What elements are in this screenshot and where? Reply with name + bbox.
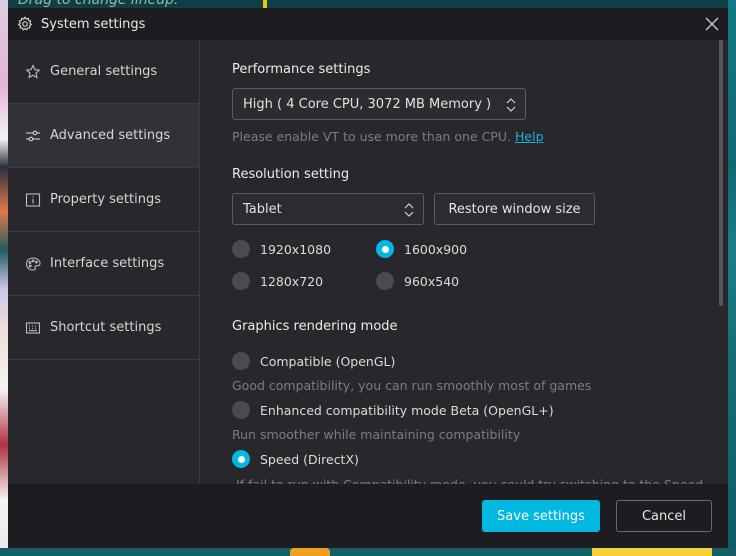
radio-button[interactable]	[232, 272, 250, 290]
sidebar-item-label: Shortcut settings	[50, 320, 162, 335]
palette-icon	[25, 256, 41, 272]
resolution-title: Resolution setting	[232, 167, 350, 182]
sidebar-item-interface[interactable]: Interface settings	[8, 232, 199, 296]
graphics-option-opengl[interactable]: Compatible (OpenGL)	[232, 352, 395, 370]
resolution-option-1280x720[interactable]: 1280x720	[232, 272, 323, 290]
sidebar-item-advanced[interactable]: Advanced settings	[8, 104, 199, 168]
background-reset-button	[592, 548, 712, 556]
vt-hint-text: Please enable VT to use more than one CP…	[232, 129, 512, 144]
background-badge	[290, 548, 330, 556]
performance-title: Performance settings	[232, 62, 371, 77]
dialog-title: System settings	[41, 16, 146, 32]
sidebar-item-general[interactable]: General settings	[8, 40, 199, 104]
vt-hint: Please enable VT to use more than one CP…	[232, 129, 544, 144]
radio-button[interactable]	[232, 240, 250, 258]
sidebar-item-label: Property settings	[50, 192, 161, 207]
radio-button[interactable]	[232, 401, 250, 419]
radio-label: 1920x1080	[260, 241, 332, 257]
resolution-select[interactable]: Tablet	[232, 193, 424, 225]
radio-button[interactable]	[232, 352, 250, 370]
radio-label: 960x540	[404, 273, 460, 289]
gear-icon	[17, 16, 33, 32]
resolution-select-value: Tablet	[243, 201, 282, 217]
settings-content: Performance settings High ( 4 Core CPU, …	[201, 40, 728, 484]
chevron-updown-icon	[403, 202, 415, 218]
resolution-option-1920x1080[interactable]: 1920x1080	[232, 240, 331, 258]
graphics-option-description: Run smoother while maintaining compatibi…	[232, 427, 521, 442]
radio-button[interactable]	[376, 272, 394, 290]
star-icon	[25, 63, 41, 80]
sliders-icon	[25, 128, 41, 144]
radio-button-selected[interactable]	[376, 240, 394, 258]
graphics-option-directx[interactable]: Speed (DirectX)	[232, 450, 359, 468]
radio-label: 1280x720	[260, 273, 324, 289]
help-link[interactable]: Help	[515, 129, 544, 144]
content-scrollbar[interactable]	[719, 40, 723, 306]
graphics-option-opengl-plus[interactable]: Enhanced compatibility mode Beta (OpenGL…	[232, 401, 554, 419]
radio-label: Enhanced compatibility mode Beta (OpenGL…	[260, 402, 554, 418]
radio-label: 1600x900	[404, 241, 468, 257]
dialog-footer: Save settings Cancel	[8, 484, 728, 548]
graphics-option-description: Good compatibility, you can run smoothly…	[232, 378, 592, 393]
system-settings-dialog: System settings General settings Advance…	[8, 8, 728, 548]
keyboard-icon	[25, 320, 41, 336]
sidebar-item-shortcut[interactable]: Shortcut settings	[8, 296, 199, 360]
restore-window-size-button[interactable]: Restore window size	[434, 193, 595, 225]
graphics-title: Graphics rendering mode	[232, 319, 398, 334]
radio-label: Compatible (OpenGL)	[260, 353, 396, 369]
radio-button-selected[interactable]	[232, 450, 250, 468]
sidebar-item-label: Advanced settings	[50, 128, 171, 143]
resolution-option-960x540[interactable]: 960x540	[376, 272, 459, 290]
sidebar-item-label: General settings	[50, 64, 158, 79]
chevron-updown-icon	[505, 97, 517, 113]
performance-select-value: High ( 4 Core CPU, 3072 MB Memory )	[243, 96, 492, 112]
sidebar-item-label: Interface settings	[50, 256, 165, 271]
info-icon	[25, 192, 41, 208]
save-settings-button[interactable]: Save settings	[482, 500, 600, 532]
settings-sidebar: General settings Advanced settings Prope…	[8, 40, 200, 484]
performance-select[interactable]: High ( 4 Core CPU, 3072 MB Memory )	[232, 88, 526, 120]
graphics-option-description: If fail to run with Compatibility mode, …	[236, 477, 703, 484]
radio-label: Speed (DirectX)	[260, 451, 359, 467]
resolution-option-1600x900[interactable]: 1600x900	[376, 240, 467, 258]
dialog-titlebar: System settings	[8, 8, 728, 40]
sidebar-item-property[interactable]: Property settings	[8, 168, 199, 232]
background-drag-hint: Drag to change lineup.	[18, 0, 179, 8]
cancel-button[interactable]: Cancel	[616, 500, 712, 532]
background-left-strip	[0, 0, 8, 556]
background-right-strip	[728, 0, 736, 556]
close-icon[interactable]	[704, 16, 720, 32]
